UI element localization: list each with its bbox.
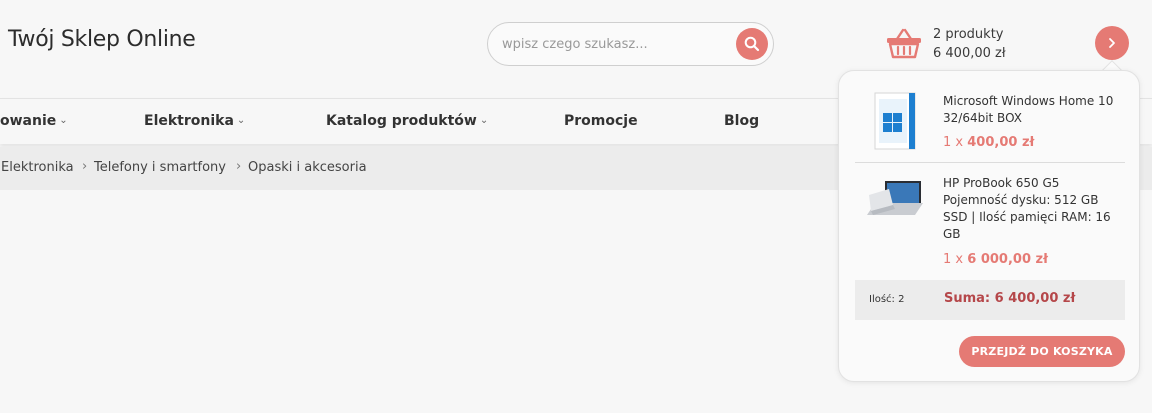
breadcrumb-item-elektronika[interactable]: Elektronika bbox=[1, 160, 74, 175]
chevron-right-icon: › bbox=[82, 159, 88, 174]
breadcrumb-item-opaski[interactable]: Opaski i akcesoria bbox=[248, 160, 367, 175]
chevron-down-icon: ⌄ bbox=[59, 115, 68, 126]
cart-item-name[interactable]: HP ProBook 650 G5 Pojemność dysku: 512 G… bbox=[943, 175, 1125, 243]
cart-summary[interactable]: 2 produkty 6 400,00 zł bbox=[933, 25, 1006, 63]
search-input[interactable] bbox=[502, 23, 732, 65]
chevron-right-icon bbox=[1109, 38, 1115, 48]
checkout-button[interactable]: PRZEJDŹ DO KOSZYKA bbox=[959, 336, 1125, 367]
nav-item-katalog[interactable]: Katalog produktów ⌄ bbox=[326, 113, 488, 129]
nav-item-0[interactable]: owanie ⌄ bbox=[0, 113, 68, 129]
cart-item-name[interactable]: Microsoft Windows Home 10 32/64bit BOX bbox=[943, 93, 1125, 127]
nav-item-elektronika[interactable]: Elektronika ⌄ bbox=[144, 113, 245, 129]
search-button[interactable] bbox=[736, 28, 768, 60]
cart-total: 6 400,00 zł bbox=[933, 46, 1006, 61]
cart-item-qty: 1 x 6 000,00 zł bbox=[943, 252, 1048, 267]
cart-total-bar: Ilość: 2 Suma: 6 400,00 zł bbox=[855, 280, 1125, 320]
cart-sum: Suma: 6 400,00 zł bbox=[944, 291, 1076, 306]
chevron-down-icon: ⌄ bbox=[236, 115, 246, 126]
nav-item-promocje[interactable]: Promocje bbox=[564, 113, 638, 129]
windows-box-icon[interactable] bbox=[865, 91, 925, 151]
chevron-right-icon: › bbox=[236, 159, 242, 174]
cart-toggle-button[interactable] bbox=[1095, 26, 1129, 60]
laptop-icon[interactable] bbox=[863, 175, 927, 225]
cart-item-qty: 1 x 400,00 zł bbox=[943, 135, 1035, 150]
breadcrumb-item-telefony[interactable]: Telefony i smartfony bbox=[94, 160, 226, 175]
search-box bbox=[487, 22, 774, 66]
divider bbox=[855, 162, 1125, 163]
basket-icon[interactable] bbox=[886, 27, 922, 59]
nav-item-blog[interactable]: Blog bbox=[724, 113, 759, 129]
chevron-down-icon: ⌄ bbox=[479, 115, 489, 126]
search-icon bbox=[744, 36, 760, 52]
cart-count: 2 produkty bbox=[933, 27, 1004, 42]
cart-dropdown: Microsoft Windows Home 10 32/64bit BOX 1… bbox=[838, 70, 1140, 382]
cart-item-count: Ilość: 2 bbox=[869, 294, 905, 305]
store-logo[interactable]: Twój Sklep Online bbox=[8, 27, 196, 52]
